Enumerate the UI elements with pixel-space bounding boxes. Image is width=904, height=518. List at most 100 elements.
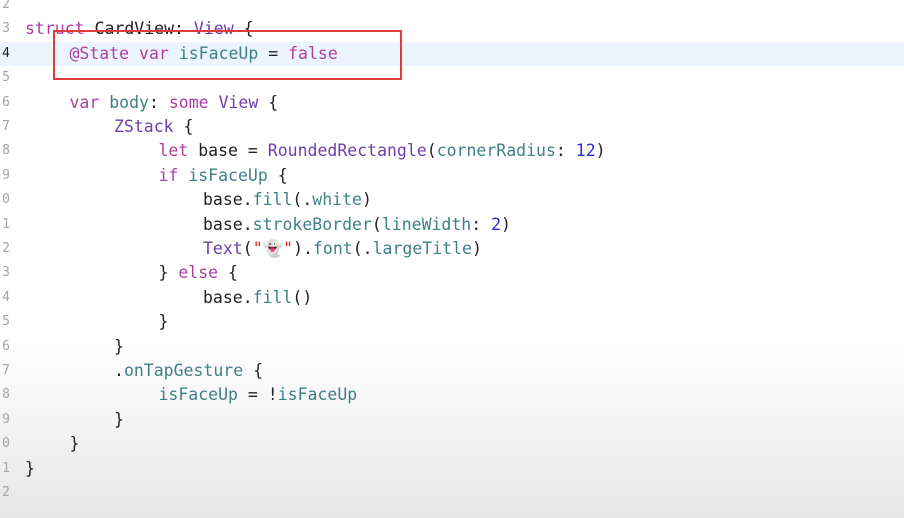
line-number: 9 [2, 167, 10, 183]
code-text: base.fill() [203, 286, 312, 310]
code-text: if isFaceUp { [159, 164, 288, 188]
code-token: = ! [237, 385, 278, 405]
code-token: . [114, 361, 124, 380]
code-token: ) [595, 141, 606, 161]
code-token: fill [252, 190, 293, 210]
code-token: { [258, 92, 279, 112]
code-token: 2 [491, 214, 502, 234]
code-text: } [70, 432, 80, 456]
line-number: 4 [2, 289, 10, 305]
code-line[interactable]: 5 [0, 66, 904, 90]
code-token: ) [471, 239, 482, 258]
code-token: } [114, 409, 124, 429]
code-token: font [312, 239, 353, 258]
line-number: 2 [2, 0, 10, 12]
code-token: base. [203, 214, 253, 234]
code-token: if [158, 165, 179, 185]
code-editor[interactable]: 2 3 struct CardView: View {4 @State var isF… [0, 0, 904, 518]
code-line[interactable]: 2 [0, 481, 904, 505]
line-number: 6 [2, 338, 10, 354]
code-line[interactable]: 6} [0, 335, 904, 359]
code-text: .onTapGesture { [114, 359, 263, 383]
code-line[interactable]: 7 ZStack { [0, 115, 904, 139]
code-token: = [258, 43, 289, 63]
code-line[interactable]: 1} [0, 457, 904, 481]
code-token: @State [69, 43, 130, 63]
code-line[interactable]: 0} [0, 432, 904, 456]
line-number: 2 [2, 485, 10, 500]
line-number: 1 [2, 460, 10, 476]
code-token: base. [203, 287, 253, 307]
code-token: body [109, 92, 149, 112]
code-token: largeTitle [372, 239, 472, 258]
code-token: View [193, 19, 234, 39]
code-text: let base = RoundedRectangle(cornerRadius… [159, 139, 606, 163]
line-number: 3 [2, 21, 10, 37]
code-line[interactable]: 5} [0, 310, 904, 334]
code-token: ( [242, 239, 253, 258]
line-number: 8 [2, 143, 10, 159]
code-token: "👻" [252, 239, 294, 258]
code-token: 12 [575, 141, 596, 161]
code-text: ZStack { [114, 115, 193, 139]
code-token: { [173, 117, 194, 136]
code-text: } else { [159, 261, 239, 285]
code-text: base.fill(.white) [203, 188, 372, 212]
code-text: @State var isFaceUp = false [70, 42, 338, 66]
code-line[interactable]: 4 base.fill() [0, 286, 904, 310]
code-line[interactable]: 3 } else { [0, 261, 904, 285]
code-line[interactable]: 3 struct CardView: View { [0, 17, 904, 41]
line-number: 0 [2, 192, 10, 208]
code-text: } [25, 457, 35, 481]
code-text: } [114, 335, 124, 359]
code-token: isFaceUp [178, 43, 259, 63]
code-line[interactable]: 8 isFaceUp = !isFaceUp [0, 383, 904, 407]
code-token: } [158, 312, 169, 332]
code-token: { [267, 165, 288, 185]
line-number: 5 [2, 70, 10, 86]
code-token: ) [361, 190, 372, 210]
line-number: 4 [2, 45, 10, 61]
code-line[interactable]: 2 [0, 0, 904, 17]
code-token: } [158, 263, 179, 283]
code-token: struct [25, 19, 85, 39]
code-line[interactable]: 9} [0, 408, 904, 432]
code-line[interactable]: 4 @State var isFaceUp = false [0, 41, 904, 66]
code-token: ). [293, 239, 313, 258]
code-token: isFaceUp [277, 385, 358, 405]
line-number: 6 [2, 94, 10, 110]
code-token: } [25, 458, 35, 478]
code-line[interactable]: 1 base.strokeBorder(lineWidth: 2) [0, 213, 904, 237]
line-number: 2 [2, 241, 10, 256]
code-token: () [292, 287, 313, 307]
line-number: 3 [2, 265, 10, 281]
code-text: isFaceUp = !isFaceUp [159, 383, 358, 407]
code-line[interactable]: 7 .onTapGesture { [0, 359, 904, 383]
line-number: 8 [2, 387, 10, 403]
code-token: : [471, 214, 492, 234]
code-line[interactable]: 8 let base = RoundedRectangle(cornerRadiu… [0, 139, 904, 163]
code-line[interactable]: 6 var body: some View { [0, 91, 904, 115]
code-token: let [158, 141, 189, 161]
code-token: ( [426, 141, 437, 161]
code-token: { [233, 19, 254, 39]
code-token: onTapGesture [123, 361, 244, 380]
code-token: ZStack [114, 117, 174, 136]
code-token: isFaceUp [188, 165, 268, 185]
code-token: base. [203, 190, 253, 210]
code-line[interactable]: 2 Text("👻").font(.largeTitle) [0, 237, 904, 261]
code-line[interactable]: 0 base.fill(.white) [0, 188, 904, 212]
code-text: struct CardView: View { [25, 17, 254, 41]
code-token: strokeBorder [252, 214, 372, 234]
line-number: 7 [2, 119, 10, 134]
line-number: 1 [2, 216, 10, 232]
code-line[interactable]: 9 if isFaceUp { [0, 164, 904, 188]
code-token: CardView [94, 19, 175, 39]
code-token: { [218, 263, 238, 283]
